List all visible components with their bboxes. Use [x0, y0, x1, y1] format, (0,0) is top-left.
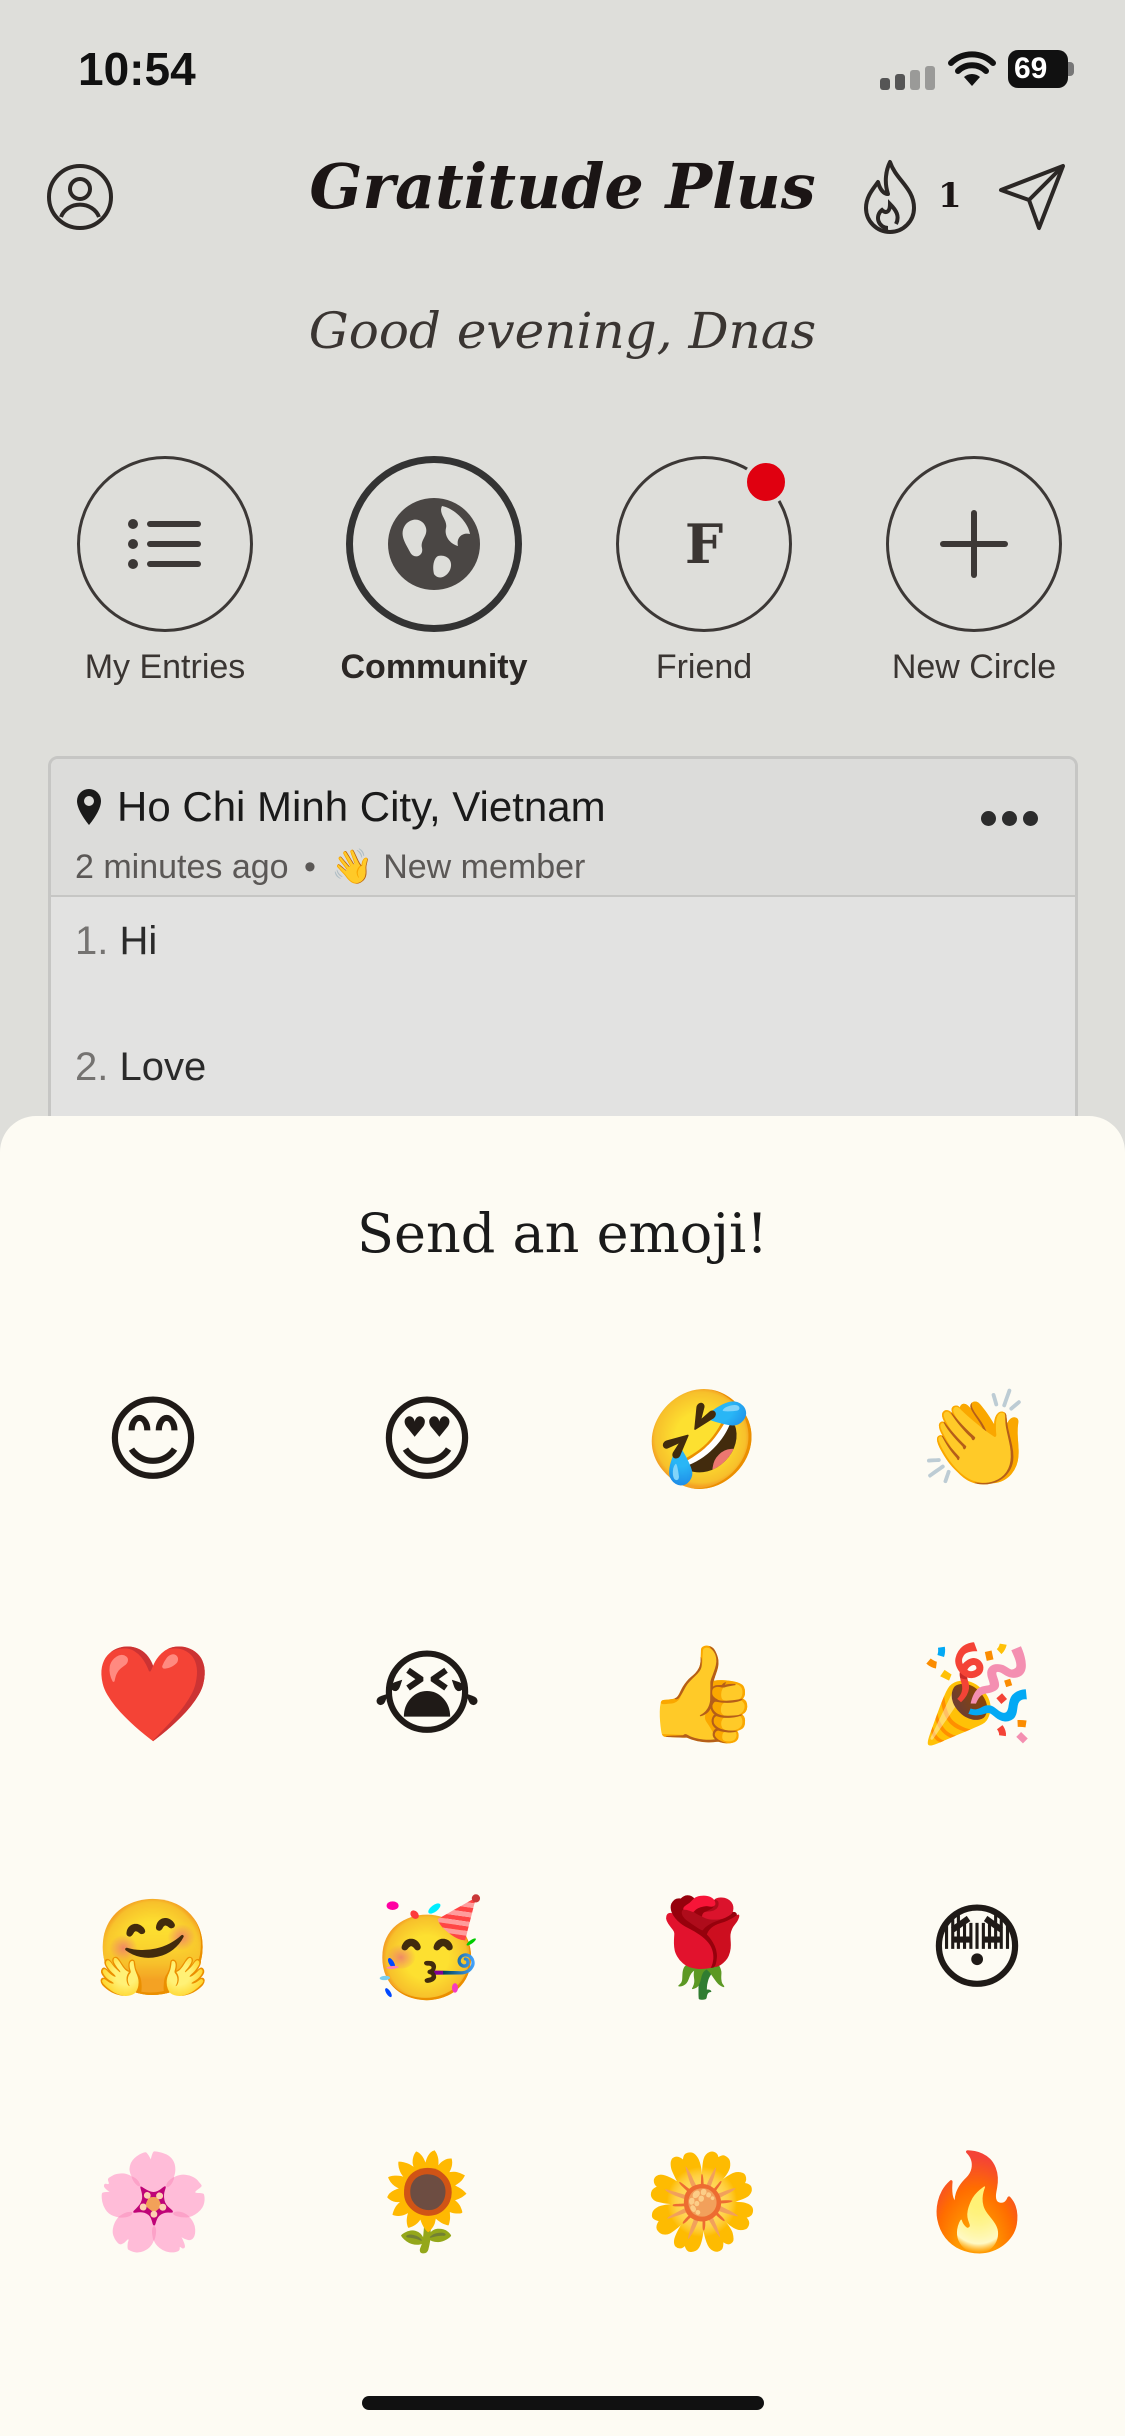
circle-ring[interactable]: [77, 456, 253, 632]
entry-item: 2. Love: [75, 1045, 206, 1090]
entry-item-text: Love: [119, 1045, 207, 1089]
entry-item: 1. Hi: [75, 919, 157, 964]
emoji-sheet-title: Send an emoji!: [357, 1202, 768, 1265]
emoji-button-rolling-laughing[interactable]: 🤣: [632, 1370, 772, 1510]
emoji-button-clapping-hands[interactable]: 👏: [907, 1370, 1047, 1510]
entry-time: 2 minutes ago: [75, 848, 289, 886]
circle-ring[interactable]: [886, 456, 1062, 632]
streak-count: 1: [938, 176, 962, 216]
circle-label: Friend: [655, 648, 753, 686]
circle-label: My Entries: [84, 648, 246, 686]
emoji-button-thumbs-up[interactable]: 👍: [632, 1624, 772, 1764]
entry-item-text: Hi: [119, 919, 158, 963]
emoji-button-party-popper[interactable]: 🎉: [907, 1624, 1047, 1764]
emoji-button-sunflower[interactable]: 🌻: [357, 2132, 497, 2272]
emoji-button-rose[interactable]: 🌹: [632, 1878, 772, 2018]
circle-ring[interactable]: [346, 456, 522, 632]
globe-icon: [388, 498, 480, 590]
circle-new-circle[interactable]: New Circle: [859, 456, 1089, 687]
circle-label: New Circle: [891, 648, 1057, 686]
emoji-button-hugging[interactable]: 🤗: [83, 1878, 223, 2018]
entry-location: Ho Chi Minh City, Vietnam: [117, 783, 606, 830]
circle-ring[interactable]: F: [616, 456, 792, 632]
entry-meta: 2 minutes ago • 👋 New member: [75, 847, 585, 887]
greeting-text: Good evening, Dnas: [308, 302, 817, 360]
plus-icon: [940, 510, 1008, 578]
emoji-button-smiling-face[interactable]: 😊: [83, 1370, 223, 1510]
battery-level: 69: [1014, 52, 1048, 85]
entry-item-number: 1.: [75, 919, 109, 963]
circle-my-entries[interactable]: My Entries: [50, 456, 280, 687]
emoji-button-heart-eyes[interactable]: 😍: [357, 1370, 497, 1510]
emoji-button-crying[interactable]: 😭: [357, 1624, 497, 1764]
entry-card-header: Ho Chi Minh City, Vietnam 2 minutes ago …: [51, 759, 1075, 897]
emoji-button-red-heart[interactable]: ❤️: [83, 1624, 223, 1764]
app-title: Gratitude Plus: [309, 150, 816, 223]
waving-hand-icon: 👋: [331, 848, 374, 886]
location-pin-icon: [77, 789, 101, 825]
circle-label: Community: [340, 648, 528, 686]
wifi-icon: [948, 51, 996, 86]
emoji-button-cherry-blossom[interactable]: 🌸: [83, 2132, 223, 2272]
emoji-button-blossom[interactable]: 🌼: [632, 2132, 772, 2272]
notification-dot: [743, 459, 789, 505]
emoji-sheet: Send an emoji! 😊 😍 🤣 👏 ❤️ 😭 👍 🎉 🤗 🥳 🌹 😳 …: [0, 1116, 1125, 2436]
friend-initial: F: [684, 512, 724, 576]
flame-icon[interactable]: [860, 158, 920, 236]
emoji-button-flushed[interactable]: 😳: [907, 1878, 1047, 2018]
battery-indicator: 69: [1008, 50, 1078, 88]
circle-community[interactable]: Community: [319, 456, 549, 687]
cellular-signal-icon: [880, 66, 940, 90]
emoji-button-fire[interactable]: 🔥: [907, 2132, 1047, 2272]
more-options-button[interactable]: [981, 811, 1045, 835]
send-icon[interactable]: [995, 160, 1069, 234]
entry-card[interactable]: Ho Chi Minh City, Vietnam 2 minutes ago …: [48, 756, 1078, 1176]
status-time: 10:54: [78, 43, 196, 95]
list-icon: [128, 519, 201, 569]
circle-friend[interactable]: F Friend: [589, 456, 819, 687]
entry-item-number: 2.: [75, 1045, 109, 1089]
profile-icon[interactable]: [46, 163, 114, 231]
home-indicator[interactable]: [362, 2396, 764, 2410]
meta-separator: •: [304, 848, 316, 886]
entry-badge: New member: [383, 848, 586, 886]
emoji-button-partying-face[interactable]: 🥳: [357, 1878, 497, 2018]
